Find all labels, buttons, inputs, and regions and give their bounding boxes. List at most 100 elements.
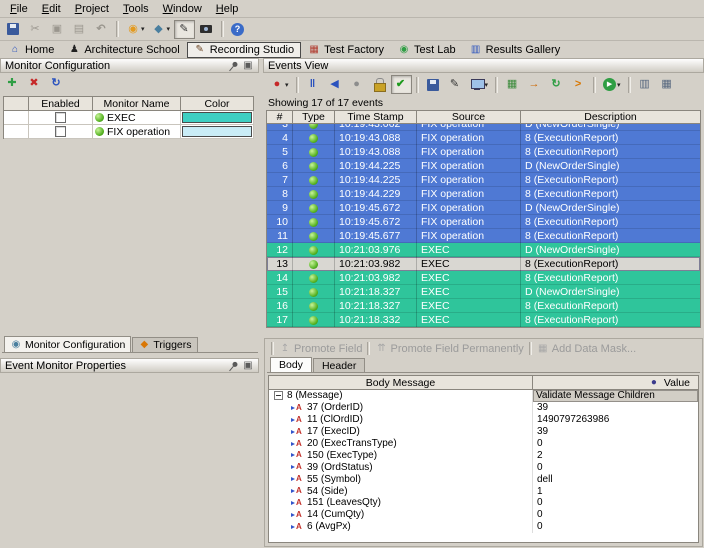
header-color[interactable]: Color <box>181 97 254 111</box>
left-tab[interactable]: ◆ Triggers <box>132 337 197 352</box>
event-row[interactable]: 15 10:21:18.327 EXEC D (NewOrderSingle) <box>267 285 700 299</box>
event-row[interactable]: 17 10:21:18.332 EXEC 8 (ExecutionReport) <box>267 313 700 327</box>
header-value[interactable]: ● Value <box>533 376 698 389</box>
nav-tab[interactable]: ▦ Test Factory <box>301 42 391 58</box>
field-value[interactable]: 1 <box>533 485 698 497</box>
field-row[interactable]: 55 (Symbol) dell <box>269 473 698 485</box>
field-value[interactable]: 0 <box>533 497 698 509</box>
menu-item[interactable]: Project <box>68 2 116 16</box>
header-enabled[interactable]: Enabled <box>29 97 93 111</box>
pause-button[interactable]: ‖ <box>303 75 324 94</box>
enabled-checkbox[interactable] <box>55 126 66 137</box>
field-row[interactable]: 8 (Message) Validate Message Children <box>269 390 698 402</box>
promote-field-permanently-button[interactable]: ⇈ Promote Field Permanently <box>375 343 523 355</box>
event-row[interactable]: 4 10:19:43.088 FIX operation 8 (Executio… <box>267 131 700 145</box>
event-row[interactable]: 9 10:19:45.672 FIX operation D (NewOrder… <box>267 201 700 215</box>
field-row[interactable]: 39 (OrdStatus) 0 <box>269 461 698 473</box>
ref resh-events-button[interactable]: ↻ <box>546 75 567 94</box>
field-value[interactable]: 2 <box>533 449 698 461</box>
field-value[interactable]: 1490797263986 <box>533 414 698 426</box>
field-value[interactable]: dell <box>533 473 698 485</box>
menu-item[interactable]: Edit <box>35 2 68 16</box>
left-tab[interactable]: ◉ Monitor Configuration <box>4 336 131 352</box>
field-value[interactable]: 0 <box>533 521 698 533</box>
float-icon[interactable]: ▣ <box>242 60 254 72</box>
help-button[interactable]: ? <box>228 20 248 39</box>
columns-button[interactable]: ▥ <box>635 75 656 94</box>
header-time-stamp[interactable]: Time Stamp <box>335 111 417 124</box>
event-row[interactable]: 7 10:19:44.225 FIX operation 8 (Executio… <box>267 173 700 187</box>
event-row[interactable]: 13 10:21:03.982 EXEC 8 (ExecutionReport) <box>267 257 700 271</box>
details-tab[interactable]: Header <box>313 358 365 372</box>
validate-toggle-button[interactable]: ✔ <box>391 75 412 94</box>
record-button[interactable]: ● ▾ <box>267 75 292 94</box>
header-type[interactable]: Type <box>293 111 335 124</box>
add-data-mask-button[interactable]: ▦ Add Data Mask... <box>537 343 636 355</box>
nav-tab[interactable]: ⌂ Home <box>2 42 61 58</box>
event-row[interactable]: 3 10:19:43.062 FIX operation D (NewOrder… <box>267 124 700 131</box>
header-body-message[interactable]: Body Message <box>269 376 533 389</box>
event-row[interactable]: 16 10:21:18.327 EXEC 8 (ExecutionReport) <box>267 299 700 313</box>
cut-button[interactable]: ✂ <box>25 20 46 39</box>
field-row[interactable]: 6 (AvgPx) 0 <box>269 521 698 533</box>
event-row[interactable]: 14 10:21:03.982 EXEC 8 (ExecutionReport) <box>267 271 700 285</box>
wizard-button[interactable]: ◆ ▾ <box>149 20 174 39</box>
field-row[interactable]: 11 (ClOrdID) 1490797263986 <box>269 414 698 426</box>
field-value[interactable]: 39 <box>533 402 698 414</box>
event-row[interactable]: 6 10:19:44.225 FIX operation D (NewOrder… <box>267 159 700 173</box>
nav-tab[interactable]: ▥ Results Gallery <box>463 42 568 58</box>
snapshot-button[interactable]: ▦ <box>502 75 523 94</box>
field-value[interactable]: Validate Message Children <box>533 390 698 402</box>
monitor-row[interactable]: FIX operation <box>4 125 254 139</box>
menu-item[interactable]: Window <box>156 2 209 16</box>
undo-button[interactable]: ↶ <box>91 20 112 39</box>
paste-button[interactable]: ▤ <box>69 20 90 39</box>
color-swatch[interactable] <box>182 112 252 123</box>
save-events-button[interactable] <box>423 75 444 94</box>
details-tab[interactable]: Body <box>270 357 312 372</box>
header-source[interactable]: Source <box>417 111 521 124</box>
stop-button[interactable]: ● <box>347 75 368 94</box>
edit-config-button[interactable]: ✎ <box>445 75 466 94</box>
field-row[interactable]: 54 (Side) 1 <box>269 485 698 497</box>
field-row[interactable]: 17 (ExecID) 39 <box>269 426 698 438</box>
field-value[interactable]: 0 <box>533 438 698 450</box>
menu-item[interactable]: Help <box>209 2 246 16</box>
menu-item[interactable]: Tools <box>116 2 156 16</box>
enabled-checkbox[interactable] <box>55 112 66 123</box>
pin-icon[interactable] <box>225 357 242 374</box>
field-row[interactable]: 14 (CumQty) 0 <box>269 509 698 521</box>
next-button[interactable]: > <box>568 75 589 94</box>
event-row[interactable]: 12 10:21:03.976 EXEC D (NewOrderSingle) <box>267 243 700 257</box>
field-row[interactable]: 150 (ExecType) 2 <box>269 449 698 461</box>
save-button[interactable] <box>3 20 24 39</box>
tree-collapse-handle[interactable] <box>274 391 283 400</box>
nav-tab[interactable]: ✎ Recording Studio <box>187 42 301 58</box>
nav-tab[interactable]: ◉ Test Lab <box>391 42 463 58</box>
display-options-button[interactable]: ▾ <box>467 75 492 94</box>
delete-monitor-button[interactable]: ✖ <box>24 74 44 93</box>
field-value[interactable]: 0 <box>533 509 698 521</box>
copy-button[interactable]: ▣ <box>47 20 68 39</box>
color-swatch[interactable] <box>182 126 252 137</box>
recording-studio-button[interactable]: ✎ <box>174 20 195 39</box>
new-project-button[interactable]: ◉ ▾ <box>123 20 148 39</box>
add-monitor-button[interactable]: ✚ <box>2 74 22 93</box>
promote-field-button[interactable]: ↥ Promote Field <box>279 343 362 355</box>
field-value[interactable]: 0 <box>533 461 698 473</box>
header-num[interactable]: # <box>267 111 293 124</box>
nav-tab[interactable]: ♟ Architecture School <box>61 42 186 58</box>
field-row[interactable]: 37 (OrderID) 39 <box>269 402 698 414</box>
float-icon[interactable]: ▣ <box>242 360 254 372</box>
step-back-button[interactable]: ◀ <box>325 75 346 94</box>
field-row[interactable]: 20 (ExecTransType) 0 <box>269 438 698 450</box>
lock-button[interactable] <box>369 75 390 94</box>
menu-item[interactable]: File <box>3 2 35 16</box>
field-row[interactable]: 151 (LeavesQty) 0 <box>269 497 698 509</box>
run-button[interactable]: ▶ ▾ <box>600 75 624 94</box>
event-row[interactable]: 8 10:19:44.229 FIX operation 8 (Executio… <box>267 187 700 201</box>
event-row[interactable]: 11 10:19:45.677 FIX operation 8 (Executi… <box>267 229 700 243</box>
header-description[interactable]: Description <box>521 111 700 124</box>
event-row[interactable]: 10 10:19:45.672 FIX operation 8 (Executi… <box>267 215 700 229</box>
capture-button[interactable] <box>196 20 217 39</box>
